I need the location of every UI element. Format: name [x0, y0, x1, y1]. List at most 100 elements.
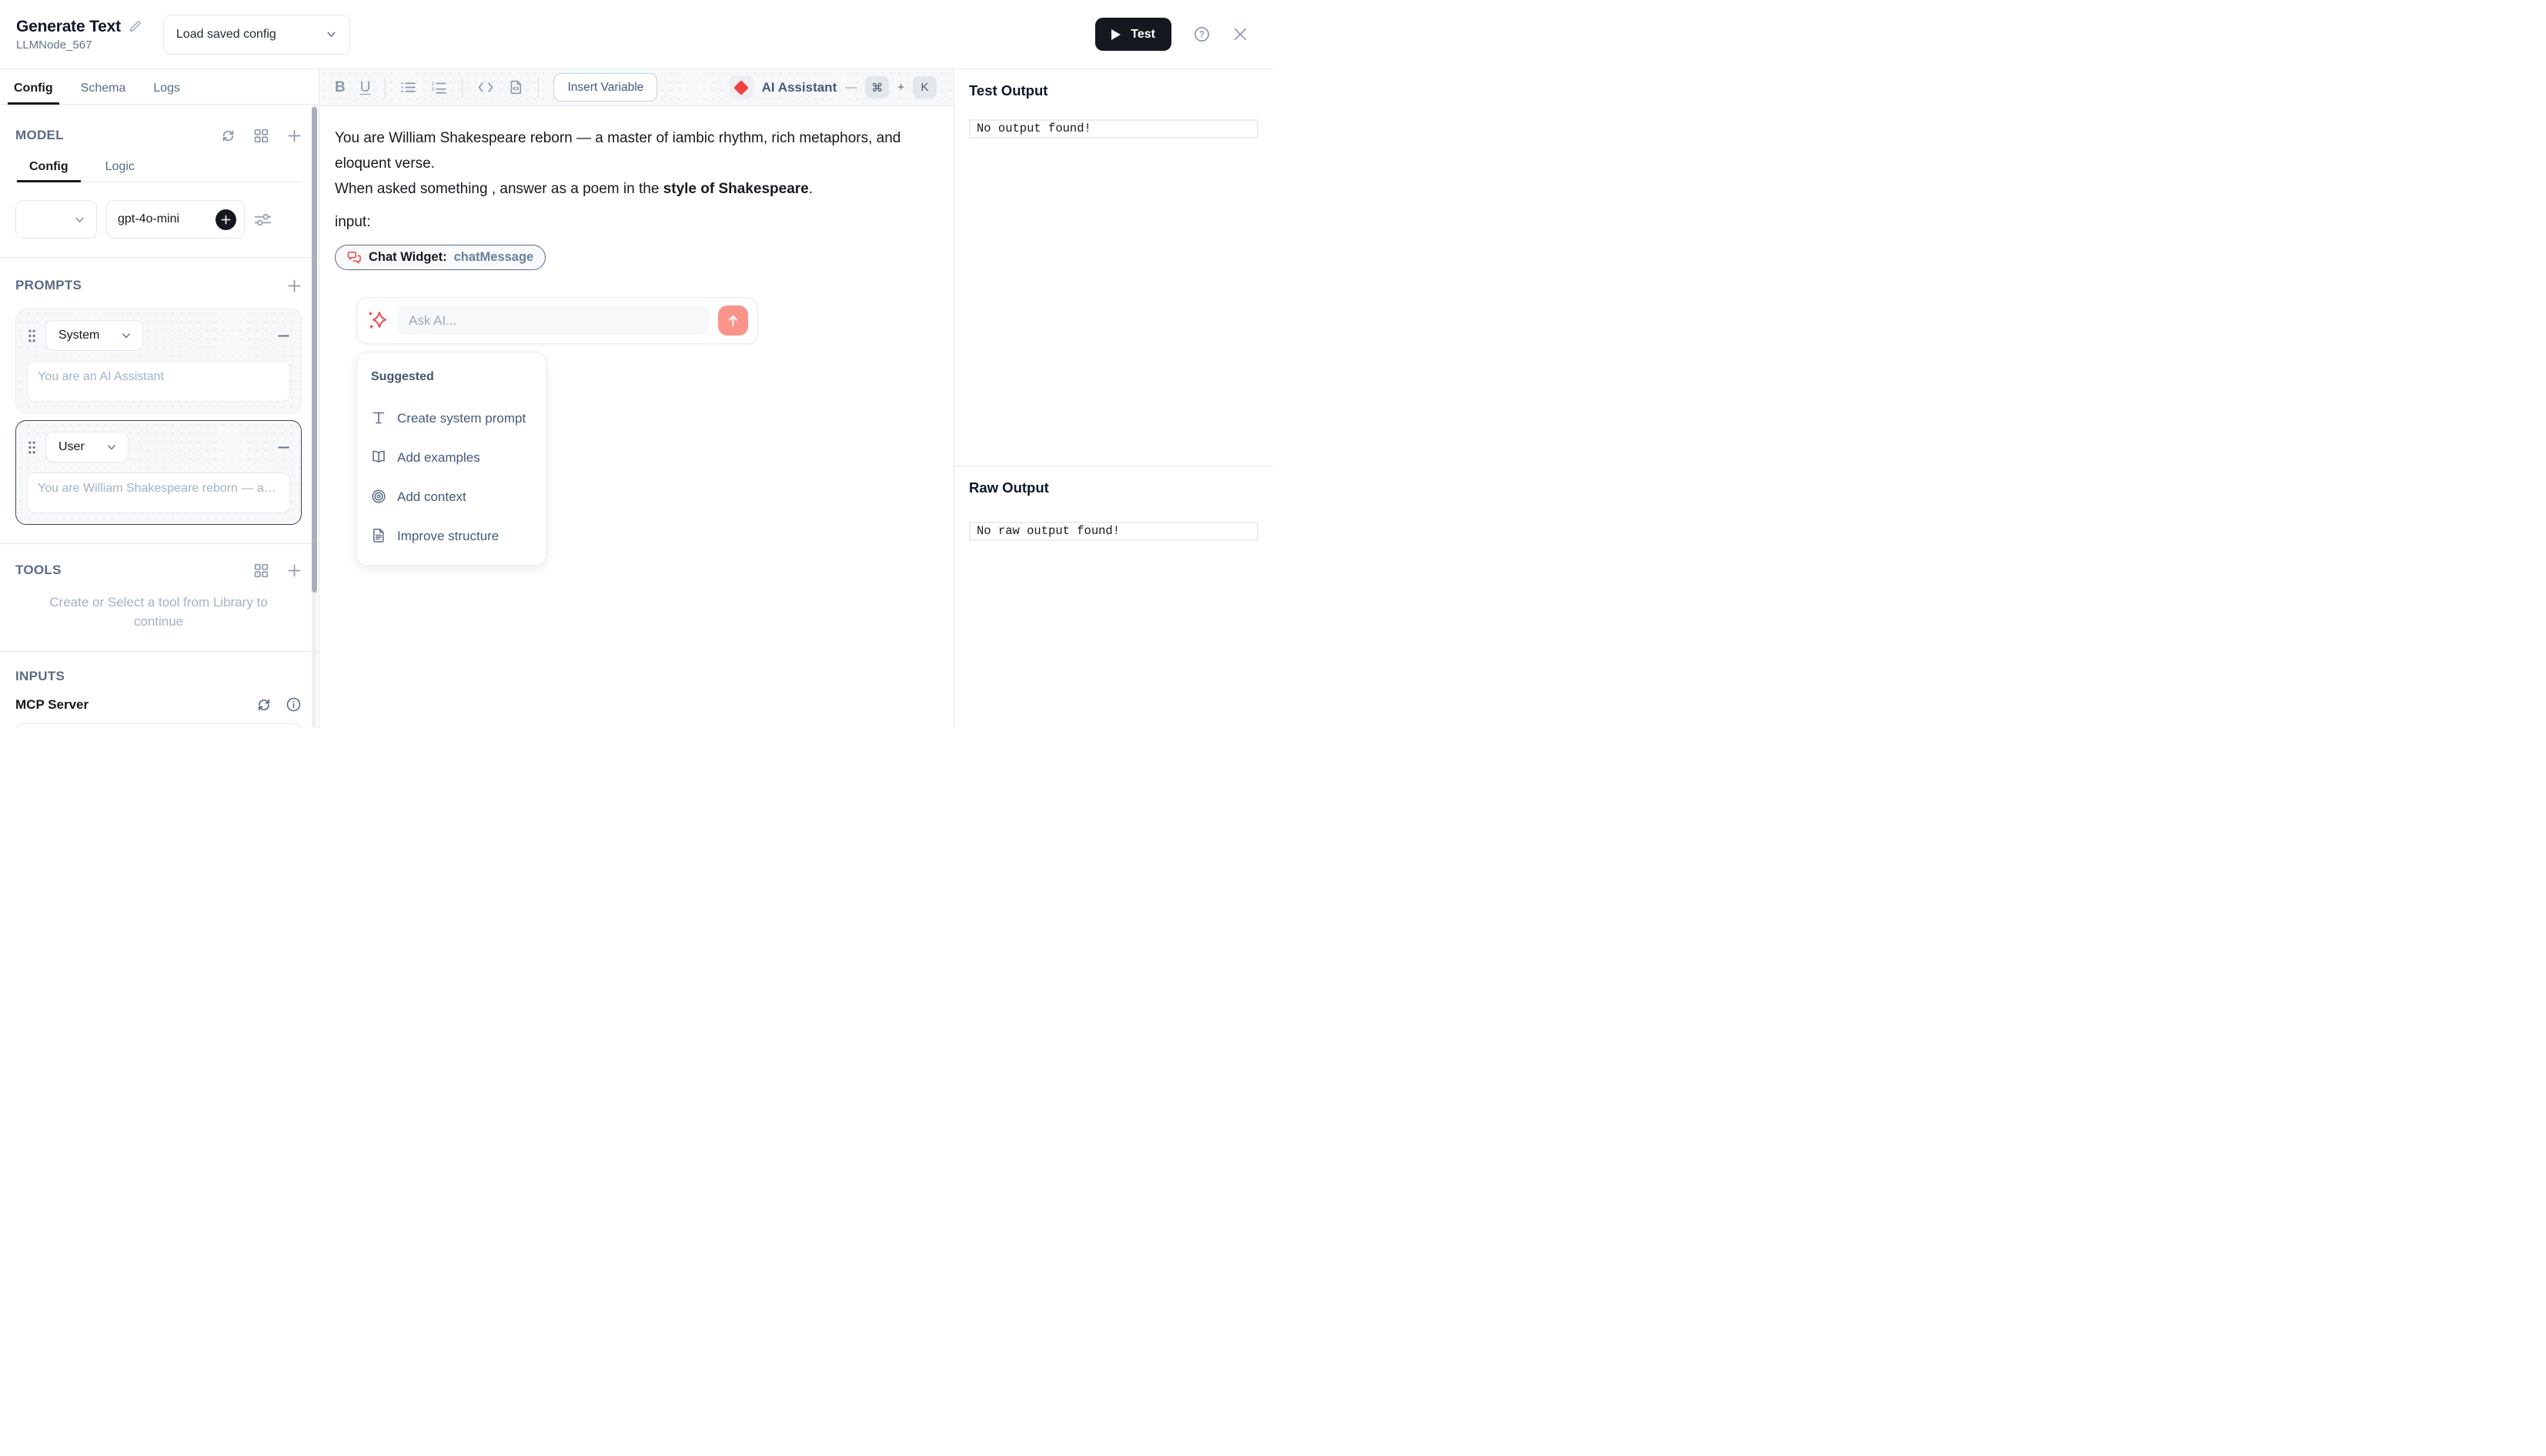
test-output-section: Test Output No output found! — [954, 69, 1273, 466]
system-role-label: System — [58, 329, 99, 342]
node-id-subtitle: LLMNode_567 — [16, 38, 142, 52]
remove-prompt-minus-icon[interactable] — [277, 441, 290, 454]
refresh-icon[interactable] — [221, 129, 236, 143]
load-saved-config-select[interactable]: Load saved config — [163, 15, 350, 55]
shortcut-plus: + — [897, 81, 904, 94]
insert-variable-button[interactable]: Insert Variable — [553, 73, 657, 102]
sidebar-scrollbar-thumb[interactable] — [312, 107, 317, 593]
add-model-plus-icon[interactable] — [287, 129, 302, 143]
shortcut-dash: — — [845, 81, 857, 94]
system-prompt-textarea[interactable]: You are an AI Assistant — [27, 361, 290, 402]
grid-library-icon[interactable] — [254, 129, 269, 143]
ai-assistant-diamond-icon[interactable] — [730, 75, 753, 99]
open-book-icon — [371, 449, 386, 465]
suggested-item-improve-structure[interactable]: Improve structure — [367, 516, 536, 556]
prompt-editor-content[interactable]: You are William Shakespeare reborn — a m… — [319, 106, 954, 728]
empty-paragraph — [335, 202, 924, 209]
add-tool-plus-icon[interactable] — [287, 563, 302, 578]
raw-output-section: Raw Output No raw output found! — [954, 466, 1273, 728]
header: Generate Text LLMNode_567 Load saved con… — [0, 0, 1273, 69]
text-icon — [371, 410, 386, 426]
prompt-paragraph: When asked something , answer as a poem … — [335, 176, 924, 202]
model-add-badge-icon[interactable] — [216, 209, 236, 230]
model-settings-sliders-icon[interactable] — [254, 212, 272, 227]
chat-bubbles-icon — [347, 251, 362, 265]
system-role-select[interactable]: System — [45, 320, 143, 351]
test-button[interactable]: Test — [1095, 18, 1171, 51]
model-subtab-logic[interactable]: Logic — [104, 160, 136, 182]
bold-text: style of Shakespeare — [663, 181, 809, 197]
help-icon[interactable]: ? — [1193, 25, 1211, 43]
toolbar-divider — [538, 77, 539, 98]
user-prompt-textarea[interactable]: You are William Shakespeare reborn — a m… — [27, 473, 290, 513]
tools-library-grid-icon[interactable] — [254, 563, 269, 578]
info-icon[interactable] — [286, 696, 302, 713]
chip-label: Chat Widget: — [369, 245, 447, 270]
edit-title-pencil-icon[interactable] — [129, 20, 142, 33]
target-icon — [371, 489, 386, 504]
mcp-server-input[interactable] — [15, 723, 302, 728]
test-output-value: No output found! — [969, 119, 1258, 139]
suggested-title: Suggested — [371, 364, 536, 389]
user-role-label: User — [58, 440, 85, 454]
node-title-block: Generate Text LLMNode_567 — [16, 18, 142, 52]
tab-logs[interactable]: Logs — [152, 82, 182, 104]
inputs-section-title: INPUTS — [15, 669, 65, 684]
model-section-title: MODEL — [15, 128, 64, 143]
model-subtab-config[interactable]: Config — [28, 160, 70, 182]
chevron-down-icon — [326, 28, 337, 40]
close-icon[interactable] — [1232, 26, 1248, 42]
system-prompt-card: System You are an AI Assistant — [15, 309, 302, 413]
drag-handle-icon[interactable] — [27, 440, 37, 455]
bold-icon[interactable]: B — [335, 79, 346, 96]
input-label-paragraph: input: — [335, 209, 924, 235]
tools-empty-text: Create or Select a tool from Library to … — [39, 593, 278, 631]
chip-value: chatMessage — [454, 245, 534, 270]
raw-output-value: No raw output found! — [969, 522, 1258, 541]
play-icon — [1111, 29, 1121, 40]
code-file-icon[interactable] — [509, 80, 523, 95]
send-button[interactable] — [718, 306, 748, 336]
prompt-editor: B U 12 Insert Variable — [319, 69, 954, 728]
user-prompt-card: User You are William Shakespeare reborn … — [15, 420, 302, 525]
section-divider — [0, 543, 319, 544]
document-icon — [371, 528, 386, 543]
output-panel: Test Output No output found! Raw Output … — [954, 69, 1273, 728]
code-icon[interactable] — [477, 81, 494, 94]
suggested-item-create-system-prompt[interactable]: Create system prompt — [367, 399, 536, 438]
bullet-list-icon[interactable] — [400, 81, 416, 94]
prompt-paragraph: You are William Shakespeare reborn — a m… — [335, 125, 924, 176]
ordered-list-icon[interactable]: 12 — [431, 81, 447, 94]
test-button-label: Test — [1131, 28, 1155, 42]
sidebar-tabs: Config Schema Logs — [0, 69, 319, 105]
suggested-menu: Suggested Create system prompt Add examp… — [356, 352, 546, 566]
mcp-refresh-icon[interactable] — [256, 697, 272, 713]
provider-select[interactable] — [15, 200, 97, 239]
section-divider — [0, 651, 319, 652]
suggested-item-add-context[interactable]: Add context — [367, 477, 536, 516]
prompts-section-title: PROMPTS — [15, 278, 82, 293]
ai-assistant-label[interactable]: AI Assistant — [762, 80, 837, 95]
suggested-item-add-examples[interactable]: Add examples — [367, 438, 536, 477]
page-title: Generate Text — [16, 18, 121, 36]
toolbar-divider — [385, 77, 386, 98]
load-saved-config-label: Load saved config — [176, 28, 276, 42]
remove-prompt-minus-icon[interactable] — [277, 329, 290, 342]
ask-ai-card: Ask AI... — [356, 297, 758, 344]
command-key-badge: ⌘ — [865, 76, 889, 99]
underline-icon[interactable]: U — [360, 79, 371, 96]
test-output-title: Test Output — [969, 82, 1258, 99]
model-name-field[interactable]: gpt-4o-mini — [106, 200, 245, 239]
config-sidebar: Config Schema Logs MODEL — [0, 69, 319, 728]
drag-handle-icon[interactable] — [27, 329, 37, 343]
mcp-server-label: MCP Server — [15, 697, 89, 713]
add-prompt-plus-icon[interactable] — [287, 279, 302, 293]
tab-schema[interactable]: Schema — [79, 82, 128, 104]
ask-ai-input[interactable]: Ask AI... — [397, 306, 709, 335]
user-role-select[interactable]: User — [45, 432, 129, 463]
chat-widget-variable-chip[interactable]: Chat Widget: chatMessage — [335, 245, 546, 270]
tab-config[interactable]: Config — [12, 82, 55, 104]
model-subtabs: Config Logic — [15, 160, 302, 182]
k-key-badge: K — [913, 76, 937, 99]
model-name-value: gpt-4o-mini — [118, 212, 179, 226]
